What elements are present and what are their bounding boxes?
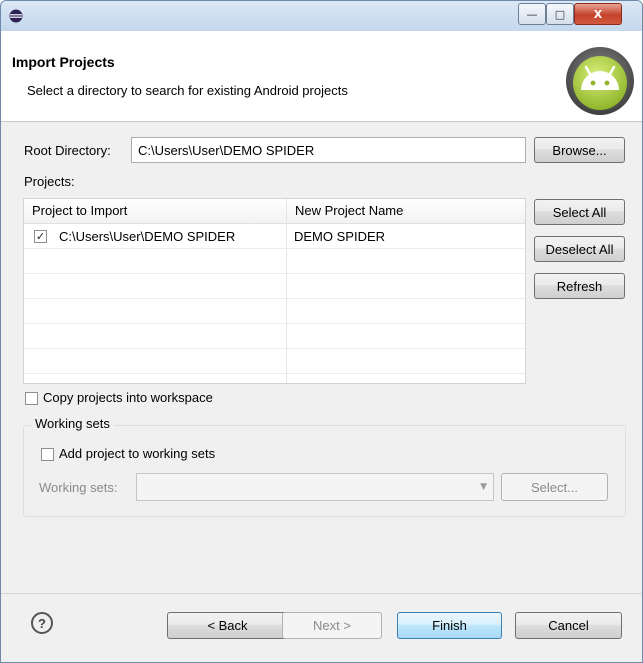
minimize-button[interactable]: —	[518, 3, 546, 25]
footer-divider	[1, 593, 642, 594]
column-project-to-import[interactable]: Project to Import	[24, 199, 286, 223]
browse-button[interactable]: Browse...	[534, 137, 625, 163]
header-title: Import Projects	[12, 54, 115, 70]
projects-label: Projects:	[24, 174, 75, 189]
next-button[interactable]: Next >	[282, 612, 382, 639]
project-checkbox[interactable]: ✓	[34, 230, 47, 243]
deselect-all-button[interactable]: Deselect All	[534, 236, 625, 262]
copy-projects-label[interactable]: Copy projects into workspace	[43, 390, 213, 405]
working-sets-group	[23, 425, 626, 517]
project-path: C:\Users\User\DEMO SPIDER	[59, 229, 236, 244]
back-button[interactable]: < Back	[167, 612, 288, 639]
maximize-button[interactable]: □	[546, 3, 574, 25]
refresh-button[interactable]: Refresh	[534, 273, 625, 299]
table-row-empty	[24, 349, 525, 374]
select-all-button[interactable]: Select All	[534, 199, 625, 225]
add-to-working-sets-label[interactable]: Add project to working sets	[59, 446, 215, 461]
cancel-button[interactable]: Cancel	[515, 612, 622, 639]
table-row-empty	[24, 274, 525, 299]
table-row-empty	[24, 299, 525, 324]
projects-table[interactable]: Project to Import New Project Name ✓ C:\…	[23, 198, 526, 384]
title-bar[interactable]: — □ X	[1, 1, 642, 31]
root-directory-input[interactable]: C:\Users\User\DEMO SPIDER	[131, 137, 526, 163]
project-name: DEMO SPIDER	[294, 229, 386, 244]
table-row-empty	[24, 249, 525, 274]
copy-projects-checkbox[interactable]	[25, 392, 38, 405]
working-sets-select-button[interactable]: Select...	[501, 473, 608, 501]
working-sets-field-label: Working sets:	[39, 480, 118, 495]
working-sets-combo[interactable]: ▼	[136, 473, 494, 501]
table-row[interactable]: ✓ C:\Users\User\DEMO SPIDER DEMO SPIDER	[24, 224, 525, 249]
finish-button[interactable]: Finish	[397, 612, 502, 639]
working-sets-group-title: Working sets	[31, 416, 114, 431]
root-directory-label: Root Directory:	[24, 143, 111, 158]
header-description: Select a directory to search for existin…	[27, 83, 348, 98]
dialog-header: Import Projects Select a directory to se…	[1, 31, 642, 122]
table-header: Project to Import New Project Name	[24, 199, 525, 224]
android-logo-icon	[566, 47, 634, 115]
help-icon[interactable]: ?	[31, 612, 53, 634]
eclipse-icon	[9, 9, 23, 23]
table-row-empty	[24, 324, 525, 349]
import-projects-dialog: — □ X Import Projects Select a directory…	[0, 0, 643, 663]
close-button[interactable]: X	[574, 3, 622, 25]
column-new-project-name[interactable]: New Project Name	[287, 199, 525, 223]
add-to-working-sets-checkbox[interactable]	[41, 448, 54, 461]
chevron-down-icon: ▼	[480, 482, 487, 492]
